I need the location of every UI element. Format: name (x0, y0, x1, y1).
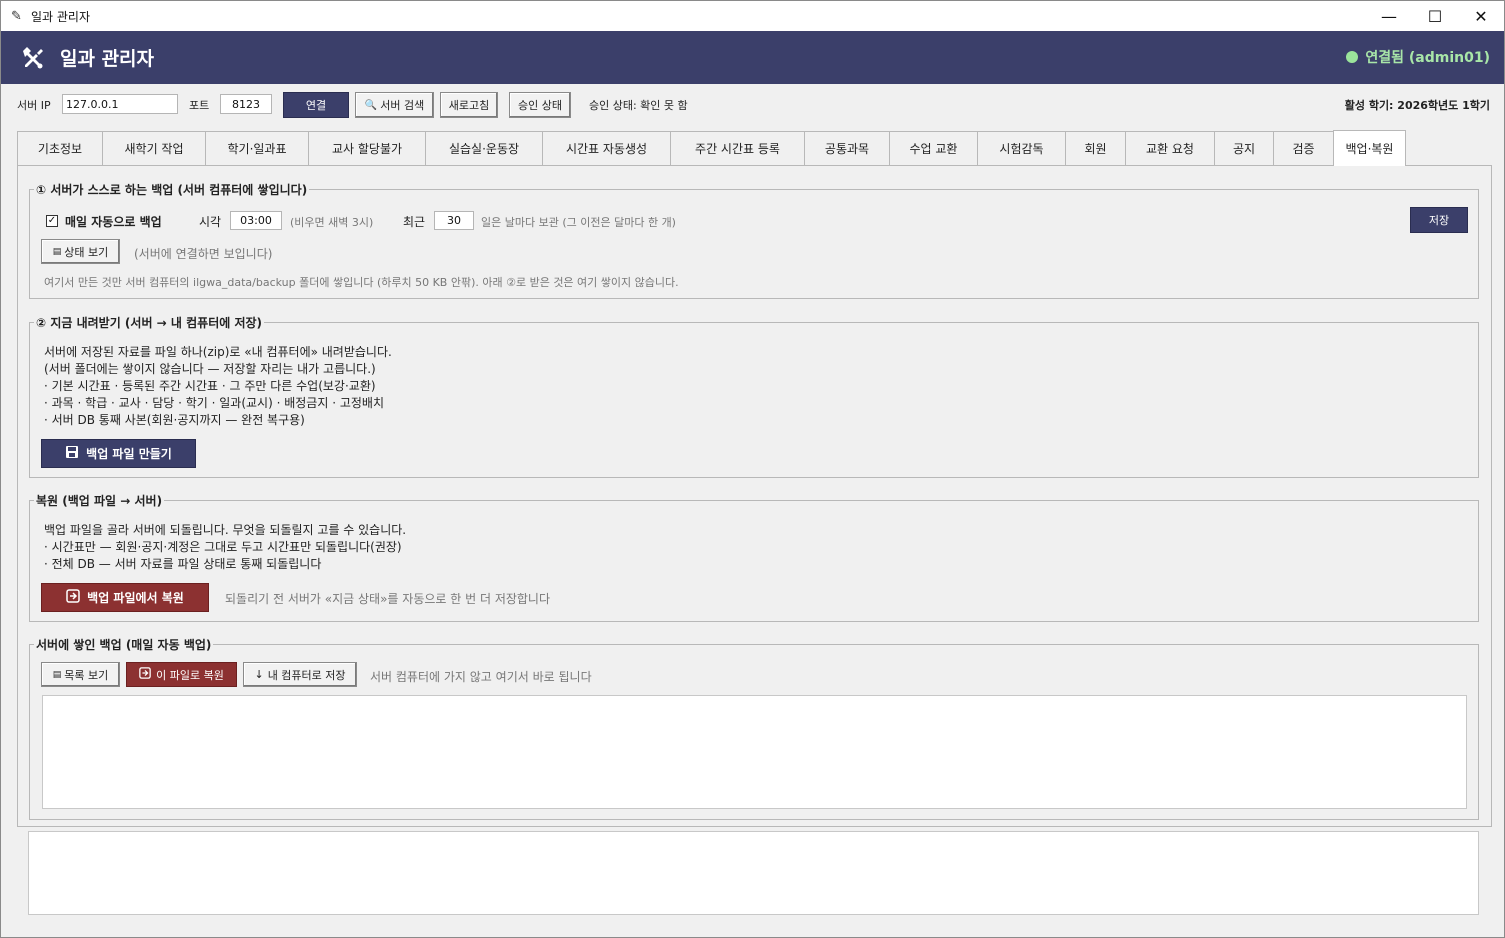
server-ip-input[interactable] (62, 94, 178, 114)
restore-from-file-button[interactable]: 백업 파일에서 복원 (41, 583, 209, 612)
window-controls: — ☐ ✕ (1366, 1, 1504, 31)
tab-exam-proctor[interactable]: 시험감독 (977, 131, 1066, 165)
connection-status: 연결됨 (admin01) (1346, 47, 1490, 67)
port-input[interactable] (220, 94, 272, 114)
backup-restore-panel: ① 서버가 스스로 하는 백업 (서버 컴퓨터에 쌓입니다) ✓ 매일 자동으로… (17, 165, 1492, 827)
approval-status-text: 승인 상태: 확인 못 함 (589, 99, 688, 112)
save-to-computer-label: 내 컴퓨터로 저장 (267, 668, 346, 682)
connection-status-text: 연결됨 (admin01) (1365, 50, 1490, 66)
restore-group: 복원 (백업 파일 → 서버) 백업 파일을 골라 서버에 되돌립니다. 무엇을… (29, 492, 1479, 622)
tab-bar: 기초정보 새학기 작업 학기·일과표 교사 할당불가 실습실·운동장 시간표 자… (17, 129, 1406, 166)
tab-swap-requests[interactable]: 교환 요청 (1125, 131, 1215, 165)
maximize-button[interactable]: ☐ (1412, 1, 1458, 31)
time-hint: (비우면 새벽 3시) (290, 216, 374, 229)
tab-teacher-unavailable[interactable]: 교사 할당불가 (308, 131, 426, 165)
download-line: · 기본 시간표 · 등록된 주간 시간표 · 그 주만 다른 수업(보강·교환… (44, 379, 376, 393)
server-backup-group: ① 서버가 스스로 하는 백업 (서버 컴퓨터에 쌓입니다) ✓ 매일 자동으로… (29, 181, 1479, 299)
status-dot-icon (1346, 51, 1359, 63)
app-header: 일과 관리자 연결됨 (admin01) (1, 31, 1504, 84)
status-view-button[interactable]: ▤ 상태 보기 (41, 239, 120, 264)
approval-status-button[interactable]: 승인 상태 (509, 92, 571, 118)
server-ip-label: 서버 IP (17, 99, 51, 112)
restore-icon (139, 667, 151, 682)
tab-new-semester[interactable]: 새학기 작업 (102, 131, 206, 165)
server-backup-title: ① 서버가 스스로 하는 백업 (서버 컴퓨터에 쌓입니다) (34, 181, 310, 198)
backup-time-input[interactable] (230, 211, 282, 230)
tab-basic-info[interactable]: 기초정보 (17, 131, 103, 165)
download-group: ② 지금 내려받기 (서버 → 내 컴퓨터에 저장) 서버에 저장된 자료를 파… (29, 314, 1479, 478)
download-line: 서버에 저장된 자료를 파일 하나(zip)로 «내 컴퓨터에» 내려받습니다. (44, 345, 392, 359)
status-view-label: 상태 보기 (64, 245, 109, 259)
window-title: 일과 관리자 (31, 9, 91, 24)
tab-members[interactable]: 회원 (1065, 131, 1126, 165)
connect-button[interactable]: 연결 (283, 92, 349, 118)
list-view-button[interactable]: ▤ 목록 보기 (41, 662, 120, 687)
restore-line: · 전체 DB — 서버 자료를 파일 상태로 통째 되돌립니다 (44, 557, 322, 571)
auto-backup-checkbox[interactable]: ✓ (46, 215, 58, 227)
restore-from-file-label: 백업 파일에서 복원 (87, 591, 184, 605)
save-icon (65, 445, 79, 462)
server-search-label: 서버 검색 (380, 99, 425, 112)
time-label: 시각 (199, 215, 222, 229)
tools-icon (19, 45, 45, 71)
tab-class-swap[interactable]: 수업 교환 (889, 131, 978, 165)
search-icon: 🔍 (364, 99, 378, 111)
tab-validation[interactable]: 검증 (1273, 131, 1334, 165)
download-line: · 과목 · 학급 · 교사 · 담당 · 학기 · 일과(교시) · 배정금지… (44, 396, 384, 410)
create-backup-button[interactable]: 백업 파일 만들기 (41, 439, 196, 468)
tab-weekly-timetable[interactable]: 주간 시간표 등록 (670, 131, 805, 165)
tab-labs-fields[interactable]: 실습실·운동장 (425, 131, 543, 165)
download-arrow-icon: ↓ (254, 668, 264, 681)
app-window: ✎ 일과 관리자 — ☐ ✕ 일과 관리자 연결됨 (admin01) 서버 I… (0, 0, 1505, 938)
clipboard-icon: ▤ (52, 669, 62, 680)
feather-icon: ✎ (11, 8, 22, 24)
create-backup-label: 백업 파일 만들기 (86, 447, 172, 461)
restore-line: · 시간표만 — 회원·공지·계정은 그대로 두고 시간표만 되돌립니다(권장) (44, 540, 402, 554)
restore-title: 복원 (백업 파일 → 서버) (34, 492, 165, 509)
server-search-button[interactable]: 🔍 서버 검색 (355, 92, 434, 118)
tab-common-subjects[interactable]: 공통과목 (804, 131, 890, 165)
list-view-label: 목록 보기 (64, 668, 109, 682)
stored-backups-list[interactable] (42, 695, 1467, 809)
save-backup-settings-button[interactable]: 저장 (1410, 207, 1468, 233)
restore-hint: 되돌리기 전 서버가 «지금 상태»를 자동으로 한 번 더 저장합니다 (225, 592, 551, 606)
close-button[interactable]: ✕ (1458, 1, 1504, 31)
server-backup-note: 여기서 만든 것만 서버 컴퓨터의 ilgwa_data/backup 폴더에 … (44, 276, 679, 289)
restore-icon (66, 589, 80, 606)
restore-line: 백업 파일을 골라 서버에 되돌립니다. 무엇을 되돌릴지 고를 수 있습니다. (44, 523, 407, 537)
clipboard-icon: ▤ (52, 246, 62, 257)
title-bar: ✎ 일과 관리자 — ☐ ✕ (1, 1, 1504, 31)
restore-this-file-button[interactable]: 이 파일로 복원 (126, 662, 237, 687)
auto-backup-label: 매일 자동으로 백업 (65, 215, 162, 229)
stored-backups-group: 서버에 쌓인 백업 (매일 자동 백업) ▤ 목록 보기 이 파일로 복원 ↓ … (29, 636, 1479, 820)
tab-backup-restore[interactable]: 백업·복원 (1333, 130, 1406, 166)
stored-backups-title: 서버에 쌓인 백업 (매일 자동 백업) (34, 636, 214, 653)
recent-label: 최근 (403, 215, 426, 229)
log-output[interactable] (28, 831, 1479, 915)
tab-auto-timetable[interactable]: 시간표 자동생성 (542, 131, 671, 165)
minimize-button[interactable]: — (1366, 1, 1412, 31)
download-line: · 서버 DB 통째 사본(회원·공지까지 — 완전 복구용) (44, 413, 305, 427)
restore-this-file-label: 이 파일로 복원 (156, 668, 224, 682)
save-to-computer-button[interactable]: ↓ 내 컴퓨터로 저장 (243, 662, 357, 687)
refresh-button[interactable]: 새로고침 (440, 92, 498, 118)
tab-semester-schedule[interactable]: 학기·일과표 (205, 131, 309, 165)
download-title: ② 지금 내려받기 (서버 → 내 컴퓨터에 저장) (34, 314, 265, 331)
recent-days-input[interactable] (434, 211, 474, 230)
connection-row: 서버 IP 포트 연결 🔍 서버 검색 새로고침 승인 상태 승인 상태: 확인… (1, 89, 1504, 119)
tab-notices[interactable]: 공지 (1214, 131, 1274, 165)
app-title: 일과 관리자 (60, 48, 155, 70)
port-label: 포트 (189, 99, 210, 112)
active-term-text: 활성 학기: 2026학년도 1학기 (1344, 99, 1490, 112)
status-hint: (서버에 연결하면 보입니다) (134, 247, 273, 261)
download-line: (서버 폴더에는 쌓이지 않습니다 — 저장할 자리는 내가 고릅니다.) (44, 362, 376, 376)
stored-hint: 서버 컴퓨터에 가지 않고 여기서 바로 됩니다 (370, 670, 592, 684)
recent-hint: 일은 날마다 보관 (그 이전은 달마다 한 개) (481, 216, 676, 229)
